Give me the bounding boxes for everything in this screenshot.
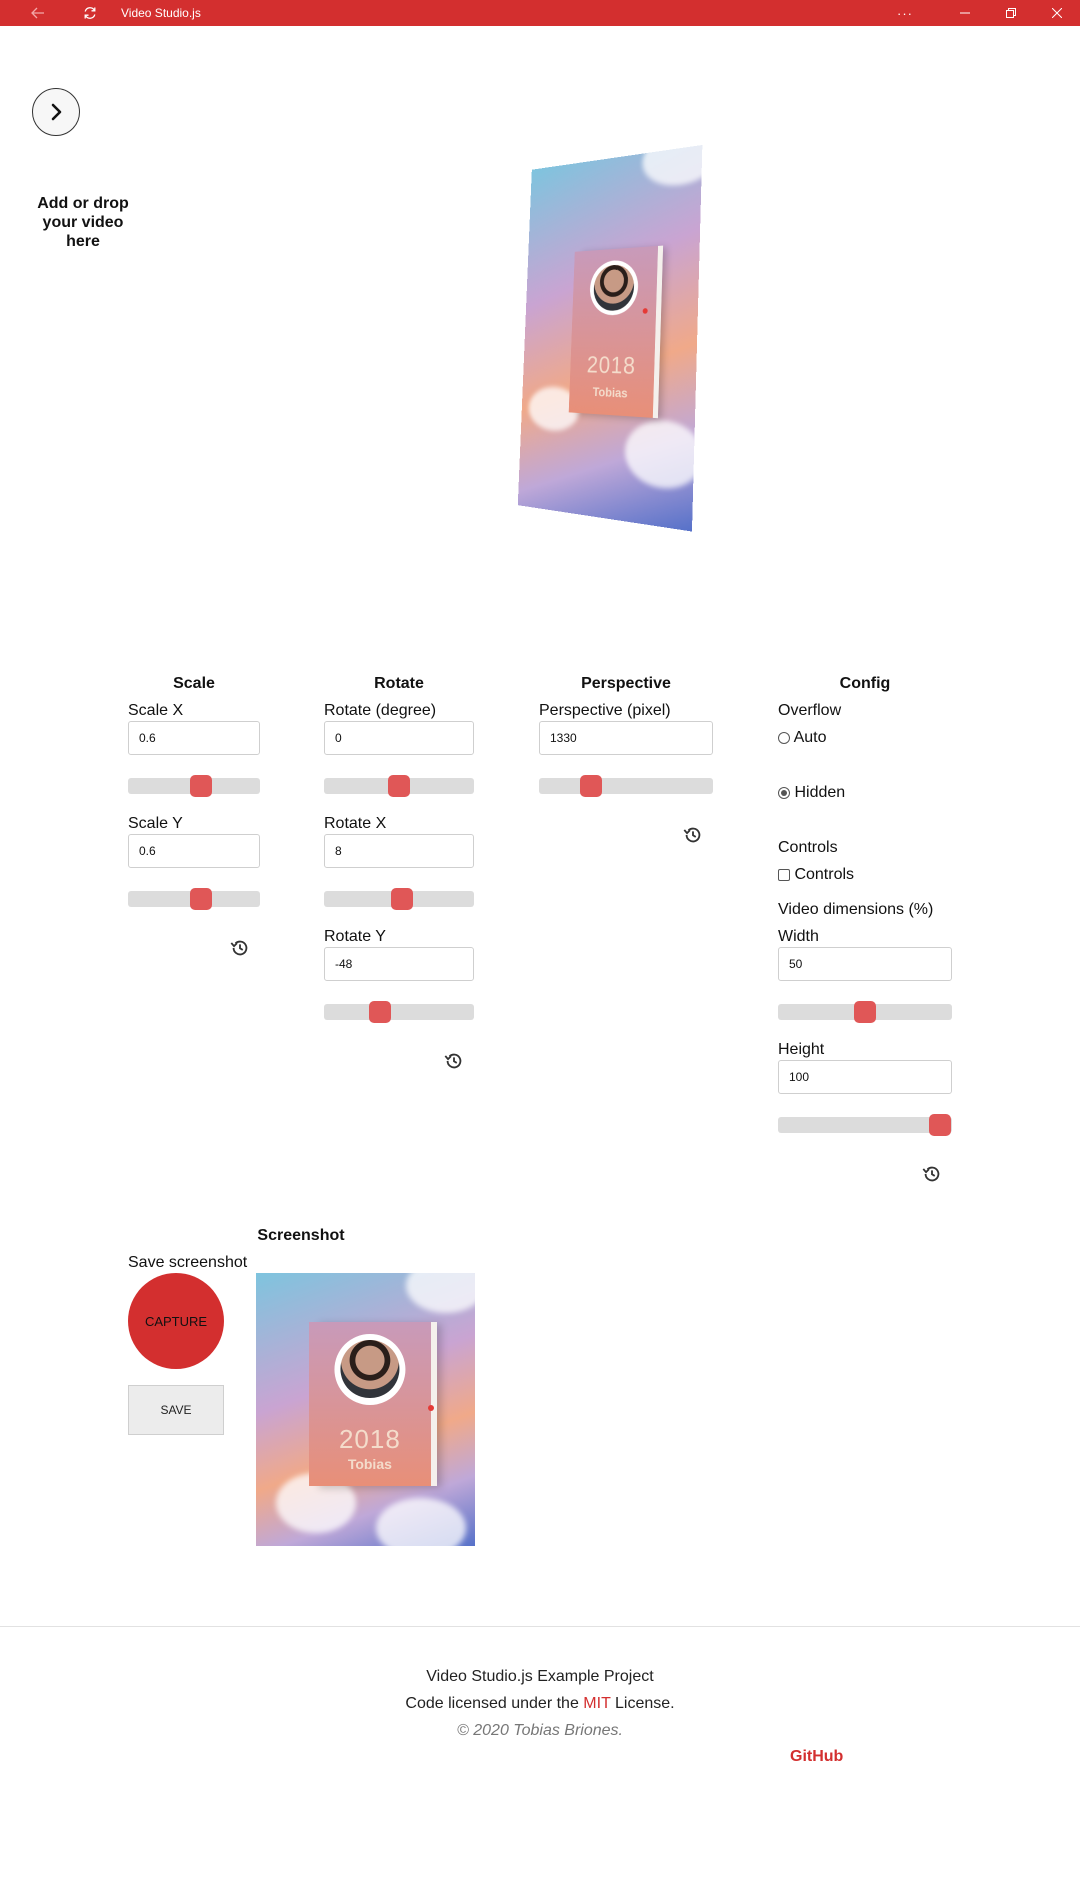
controls-checkbox[interactable]: [778, 868, 790, 881]
thumbnail-year: 2018: [338, 1423, 401, 1454]
refresh-icon[interactable]: [76, 0, 104, 26]
radio-hidden[interactable]: [778, 786, 790, 799]
rotate-degree-input[interactable]: [324, 721, 474, 755]
rotate-section-title: Rotate: [374, 675, 424, 692]
save-screenshot-label: Save screenshot: [128, 1254, 248, 1271]
scale-x-slider[interactable]: [128, 775, 260, 797]
footer-license: Code licensed under the MIT License.: [340, 1695, 740, 1713]
slider-thumb[interactable]: [189, 888, 212, 910]
book-year: 2018: [586, 351, 637, 380]
video-dimensions-label: Video dimensions (%): [778, 901, 934, 918]
perspective-reset-button[interactable]: [682, 824, 704, 851]
width-slider[interactable]: [778, 1001, 952, 1023]
overflow-hidden-label: Hidden: [794, 784, 846, 801]
scale-y-slider[interactable]: [128, 888, 260, 910]
video-drop-zone[interactable]: Add or drop your video here: [36, 194, 130, 251]
slider-thumb[interactable]: [368, 1001, 391, 1023]
height-label: Height: [778, 1041, 825, 1058]
slider-thumb[interactable]: [391, 888, 413, 910]
mit-link[interactable]: MIT: [583, 1695, 610, 1712]
video-preview[interactable]: 2018 Tobias: [495, 135, 715, 535]
github-link[interactable]: GitHub: [790, 1748, 843, 1766]
book-cover: 2018 Tobias: [568, 245, 658, 418]
scale-section-title: Scale: [173, 675, 215, 692]
controls-label: Controls: [778, 839, 838, 856]
minimize-icon[interactable]: [950, 0, 980, 26]
width-input[interactable]: [778, 947, 952, 981]
perspective-section-title: Perspective: [581, 675, 671, 692]
height-input[interactable]: [778, 1060, 952, 1094]
scale-reset-button[interactable]: [229, 937, 251, 964]
perspective-input[interactable]: [539, 721, 713, 755]
slider-thumb[interactable]: [189, 775, 212, 797]
overflow-auto-label: Auto: [793, 729, 827, 746]
slider-thumb[interactable]: [580, 775, 603, 797]
scale-x-label: Scale X: [128, 702, 184, 719]
rotate-degree-slider[interactable]: [324, 775, 474, 797]
slider-thumb[interactable]: [388, 775, 410, 797]
history-icon: [683, 827, 701, 843]
license-prefix: Code licensed under the: [405, 1695, 579, 1712]
controls-option[interactable]: Controls: [778, 866, 854, 884]
rotate-x-input[interactable]: [324, 834, 474, 868]
more-icon[interactable]: ···: [890, 0, 920, 26]
width-label: Width: [778, 928, 819, 945]
history-icon: [444, 1053, 462, 1069]
rotate-x-label: Rotate X: [324, 815, 387, 832]
portrait-image: [588, 258, 639, 316]
rotate-y-input[interactable]: [324, 947, 474, 981]
slider-thumb[interactable]: [928, 1114, 951, 1136]
video-frame: 2018 Tobias: [517, 144, 703, 532]
book-name: Tobias: [592, 384, 628, 401]
title-bar: Video Studio.js ···: [0, 0, 1080, 26]
back-icon[interactable]: [24, 0, 52, 26]
height-slider[interactable]: [778, 1114, 952, 1136]
screenshot-section-title: Screenshot: [257, 1227, 345, 1244]
config-section-title: Config: [839, 675, 891, 692]
rotate-y-slider[interactable]: [324, 1001, 474, 1023]
footer-divider: [0, 1626, 1080, 1627]
rotate-y-label: Rotate Y: [324, 928, 386, 945]
screenshot-thumbnail: 2018 Tobias: [256, 1273, 475, 1546]
window-title: Video Studio.js: [121, 6, 201, 20]
footer-copyright: © 2020 Tobias Briones.: [457, 1722, 623, 1739]
slider-thumb[interactable]: [854, 1001, 876, 1023]
capture-button[interactable]: CAPTURE: [128, 1273, 224, 1369]
perspective-label: Perspective (pixel): [539, 702, 671, 719]
chevron-right-icon: [51, 103, 62, 121]
history-icon: [230, 940, 248, 956]
save-button[interactable]: SAVE: [128, 1385, 224, 1435]
thumbnail-name: Tobias: [347, 1456, 392, 1473]
sidebar-toggle-button[interactable]: [32, 88, 80, 136]
overflow-label: Overflow: [778, 702, 842, 719]
overflow-hidden-option[interactable]: Hidden: [778, 784, 845, 802]
license-suffix: License.: [615, 1695, 675, 1712]
config-reset-button[interactable]: [921, 1163, 943, 1190]
perspective-slider[interactable]: [539, 775, 713, 797]
overflow-auto-option[interactable]: Auto: [778, 729, 826, 747]
radio-auto[interactable]: [778, 731, 790, 744]
restore-icon[interactable]: [996, 0, 1026, 26]
close-icon[interactable]: [1042, 0, 1072, 26]
scale-y-label: Scale Y: [128, 815, 183, 832]
footer-project: Video Studio.js Example Project: [426, 1668, 654, 1685]
history-icon: [922, 1166, 940, 1182]
rotate-degree-label: Rotate (degree): [324, 702, 437, 719]
controls-checkbox-label: Controls: [794, 866, 855, 883]
rotate-reset-button[interactable]: [443, 1050, 465, 1077]
scale-x-input[interactable]: [128, 721, 260, 755]
rotate-x-slider[interactable]: [324, 888, 474, 910]
scale-y-input[interactable]: [128, 834, 260, 868]
